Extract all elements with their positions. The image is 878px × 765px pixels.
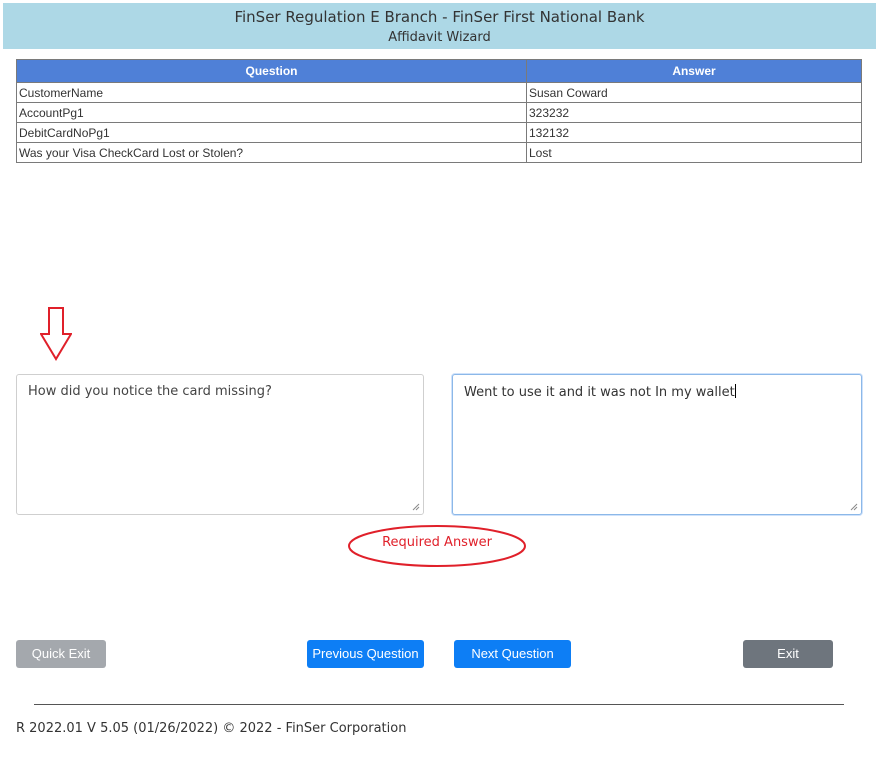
row-question: AccountPg1: [16, 102, 527, 123]
exit-button[interactable]: Exit: [743, 640, 833, 668]
footer-version: R 2022.01 V 5.05 (01/26/2022) © 2022 - F…: [16, 721, 407, 736]
current-question-textarea: How did you notice the card missing?: [16, 374, 424, 515]
table-row: AccountPg1 323232: [16, 102, 862, 123]
column-header-question: Question: [16, 59, 527, 83]
current-question-text: How did you notice the card missing?: [28, 384, 272, 399]
row-question: DebitCardNoPg1: [16, 122, 527, 143]
resize-grip-icon[interactable]: [850, 503, 858, 511]
row-answer: Susan Coward: [526, 82, 862, 103]
app-header: FinSer Regulation E Branch - FinSer Firs…: [3, 3, 876, 49]
table-header-row: Question Answer: [16, 59, 862, 83]
resize-grip-icon[interactable]: [412, 503, 420, 511]
affidavit-wizard-page: FinSer Regulation E Branch - FinSer Firs…: [0, 0, 878, 765]
answer-textarea[interactable]: Went to use it and it was not In my wall…: [452, 374, 862, 515]
text-caret: [734, 384, 736, 398]
table-row: Was your Visa CheckCard Lost or Stolen? …: [16, 142, 862, 163]
required-answer-message: Required Answer: [382, 535, 492, 550]
required-answer-annotation: Required Answer: [347, 525, 527, 569]
answer-text: Went to use it and it was not In my wall…: [464, 385, 735, 400]
quick-exit-button[interactable]: Quick Exit: [16, 640, 106, 668]
row-question: Was your Visa CheckCard Lost or Stolen?: [16, 142, 527, 163]
column-header-answer: Answer: [526, 59, 862, 83]
row-answer: 323232: [526, 102, 862, 123]
table-row: DebitCardNoPg1 132132: [16, 122, 862, 143]
wizard-subtitle: Affidavit Wizard: [388, 30, 491, 45]
row-question: CustomerName: [16, 82, 527, 103]
down-arrow-icon: [40, 307, 72, 361]
table-row: CustomerName Susan Coward: [16, 82, 862, 103]
next-question-button[interactable]: Next Question: [454, 640, 571, 668]
row-answer: 132132: [526, 122, 862, 143]
previous-question-button[interactable]: Previous Question: [307, 640, 424, 668]
answers-table: Question Answer CustomerName Susan Cowar…: [16, 59, 862, 163]
row-answer: Lost: [526, 142, 862, 163]
app-title: FinSer Regulation E Branch - FinSer Firs…: [234, 8, 645, 26]
footer-divider: [34, 704, 844, 705]
